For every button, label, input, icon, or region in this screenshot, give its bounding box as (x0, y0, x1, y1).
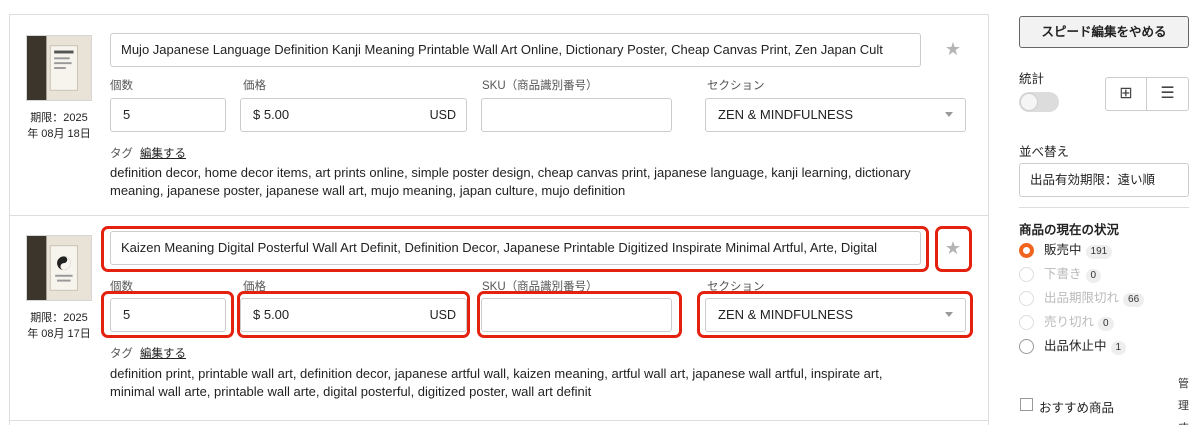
price-label: 価格 (243, 80, 266, 92)
stats-label: 統計 (1019, 72, 1045, 86)
edit-tags-link[interactable]: 編集する (140, 145, 186, 161)
featured-checkbox[interactable] (1020, 398, 1033, 411)
star-icon[interactable]: ★ (942, 38, 964, 60)
view-toggle-group: ⊞ ☰ (1105, 77, 1189, 111)
expiry-date: 期限：2025 年 08月 18日 (20, 110, 98, 142)
title-input[interactable]: Kaizen Meaning Digital Posterful Wall Ar… (110, 231, 921, 265)
radio-unselected (1019, 339, 1034, 354)
expiry-line-1: 期限：2025 (30, 312, 88, 324)
status-count: 191 (1085, 245, 1113, 259)
listing-row: 期限：2025 年 08月 18日 Mujo Japanese Language… (10, 15, 988, 216)
list-view-icon[interactable]: ☰ (1147, 78, 1188, 110)
chevron-down-icon (945, 112, 953, 117)
radio-unselected (1019, 291, 1034, 306)
status-count: 1 (1110, 341, 1127, 355)
divider (1019, 207, 1189, 208)
quantity-label: 個数 (110, 80, 133, 92)
sort-label: 並べ替え (1019, 145, 1070, 159)
stats-toggle[interactable] (1019, 92, 1059, 112)
expiry-date: 期限：2025 年 08月 17日 (20, 310, 98, 342)
tags-list: definition print, printable wall art, de… (110, 365, 960, 401)
status-label: 売り切れ (1044, 315, 1095, 329)
tags-label: タグ (110, 148, 133, 160)
radio-unselected (1019, 315, 1034, 330)
status-label: 下書き (1044, 267, 1082, 281)
tags-line-1: definition print, printable wall art, de… (110, 366, 883, 381)
quantity-input[interactable]: 5 (110, 98, 226, 132)
title-input[interactable]: Mujo Japanese Language Definition Kanji … (110, 33, 921, 67)
listings-panel: 期限：2025 年 08月 18日 Mujo Japanese Language… (9, 14, 989, 425)
radio-unselected (1019, 267, 1034, 282)
manage-char-2: 理 (1178, 400, 1189, 412)
section-value: ZEN & MINDFULNESS (718, 307, 854, 322)
sku-label: SKU（商品識別番号） (482, 281, 598, 293)
grid-view-icon[interactable]: ⊞ (1106, 78, 1147, 110)
expiry-line-1: 期限：2025 (30, 112, 88, 124)
manage-char-1: 管 (1178, 378, 1189, 390)
section-select[interactable]: ZEN & MINDFULNESS (705, 298, 966, 332)
section-value: ZEN & MINDFULNESS (718, 107, 854, 122)
manage-label: 管 理 す (1178, 373, 1192, 425)
radio-selected (1019, 243, 1034, 258)
quantity-label: 個数 (110, 281, 133, 293)
listing-thumbnail[interactable] (26, 235, 92, 301)
thumbnail-image (27, 36, 91, 100)
expiry-line-2: 年 08月 17日 (27, 328, 91, 340)
tags-line-2: meaning, japanese poster, japanese wall … (110, 183, 626, 198)
star-icon[interactable]: ★ (942, 237, 964, 259)
expiry-line-2: 年 08月 18日 (27, 128, 91, 140)
status-count: 66 (1123, 293, 1145, 307)
section-select[interactable]: ZEN & MINDFULNESS (705, 98, 966, 132)
quantity-input[interactable]: 5 (110, 298, 226, 332)
featured-label: おすすめ商品 (1039, 401, 1115, 415)
price-value: $ 5.00 (253, 107, 290, 122)
tags-line-1: definition decor, home decor items, art … (110, 165, 911, 180)
status-count: 0 (1085, 269, 1102, 283)
status-title: 商品の現在の状況 (1019, 223, 1120, 237)
sort-select[interactable]: 出品有効期限：遠い順 (1019, 163, 1189, 197)
section-label: セクション (707, 80, 765, 92)
toggle-knob (1020, 93, 1038, 111)
edit-tags-link[interactable]: 編集する (140, 345, 186, 361)
manage-char-3: す (1178, 417, 1192, 425)
sidebar: スピード編集をやめる 統計 ⊞ ☰ 並べ替え 出品有効期限：遠い順 商品の現在の… (1000, 0, 1200, 425)
price-input[interactable]: $ 5.00 USD (240, 298, 467, 332)
listing-thumbnail[interactable] (26, 35, 92, 101)
currency-label: USD (429, 108, 456, 122)
listing-row: 期限：2025 年 08月 17日 Kaizen Meaning Digital… (10, 216, 988, 421)
chevron-down-icon (945, 312, 953, 317)
sku-input[interactable] (481, 98, 672, 132)
section-label: セクション (707, 281, 765, 293)
status-label: 出品休止中 (1044, 339, 1107, 353)
sku-input[interactable] (481, 298, 672, 332)
tags-label: タグ (110, 348, 133, 360)
sku-label: SKU（商品識別番号） (482, 80, 598, 92)
status-count: 0 (1098, 317, 1114, 331)
price-label: 価格 (243, 281, 266, 293)
tags-list: definition decor, home decor items, art … (110, 164, 960, 200)
price-value: $ 5.00 (253, 307, 290, 322)
price-input[interactable]: $ 5.00 USD (240, 98, 467, 132)
tags-line-2: minimal wall arte, printable wall arte, … (110, 384, 592, 399)
thumbnail-image (27, 236, 91, 300)
status-label: 出品期限切れ (1044, 291, 1120, 305)
stop-quick-edit-button[interactable]: スピード編集をやめる (1019, 16, 1189, 48)
currency-label: USD (429, 308, 456, 322)
status-label: 販売中 (1044, 243, 1082, 257)
